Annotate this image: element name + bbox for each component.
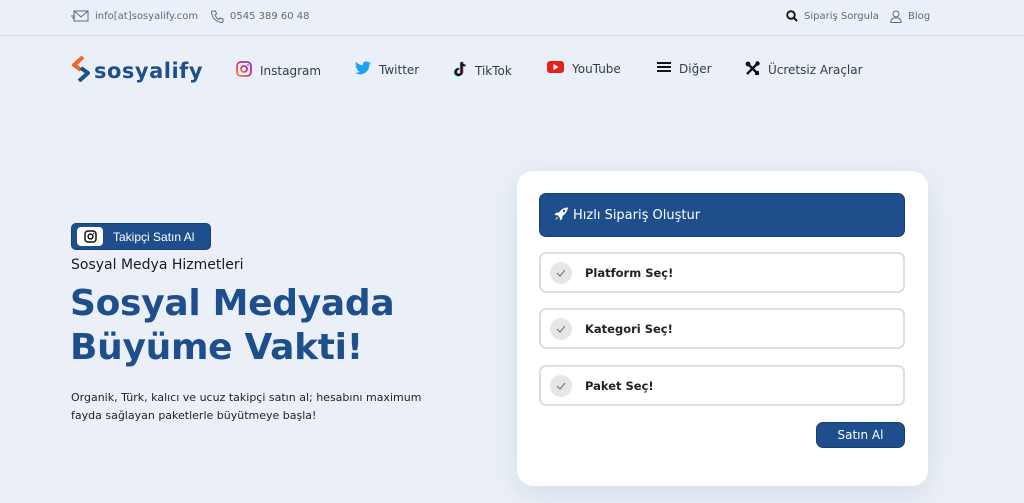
nav-item-twitter[interactable]: Twitter <box>355 61 419 78</box>
nav-item-free-tools[interactable]: Ücretsiz Araçlar <box>745 61 863 79</box>
rocket-icon <box>554 206 569 225</box>
nav-item-youtube[interactable]: YouTube <box>547 61 621 76</box>
instagram-icon <box>236 61 252 80</box>
check-icon <box>550 317 572 340</box>
logo[interactable]: sosyalify <box>71 55 204 86</box>
order-query-link[interactable]: Sipariş Sorgula <box>786 10 879 22</box>
step-label: Paket Seç! <box>585 378 654 393</box>
blog-link[interactable]: Blog <box>890 10 930 23</box>
step-package[interactable]: Paket Seç! <box>539 365 905 406</box>
logo-text: sosyalify <box>94 59 204 83</box>
nav-label: YouTube <box>572 61 621 76</box>
quick-order-header: Hızlı Sipariş Oluştur <box>539 193 905 237</box>
check-icon <box>550 261 572 284</box>
step-label: Kategori Seç! <box>585 321 673 336</box>
nav-item-instagram[interactable]: Instagram <box>236 61 321 80</box>
phone-text: 0545 389 60 48 <box>230 11 310 22</box>
logo-icon <box>71 55 91 86</box>
top-bar: info[at]sosyalify.com 0545 389 60 48 Sip… <box>0 0 1024 36</box>
buy-button[interactable]: Satın Al <box>816 422 905 448</box>
nav-item-other[interactable]: Diğer <box>657 61 712 76</box>
nav-label: TikTok <box>475 63 512 78</box>
quick-order-card: Hızlı Sipariş Oluştur Platform Seç! Kate… <box>517 171 928 486</box>
order-query-text: Sipariş Sorgula <box>804 10 879 22</box>
tools-icon <box>745 61 760 79</box>
main-nav: sosyalify Instagram Twitter TikTok YouTu… <box>0 37 1024 103</box>
headline-line-2: Büyüme Vakti! <box>70 327 363 368</box>
user-icon <box>890 10 902 23</box>
contact-phone[interactable]: 0545 389 60 48 <box>211 10 310 23</box>
search-icon <box>786 10 798 22</box>
nav-label: Instagram <box>260 63 322 78</box>
quick-order-title: Hızlı Sipariş Oluştur <box>573 207 701 223</box>
instagram-icon <box>77 227 103 246</box>
email-text: info[at]sosyalify.com <box>95 10 199 22</box>
twitter-icon <box>355 61 371 78</box>
headline-line-1: Sosyal Medyada <box>70 283 395 324</box>
contact-email[interactable]: info[at]sosyalify.com <box>71 10 198 22</box>
nav-label: Diğer <box>679 61 712 76</box>
nav-label: Ücretsiz Araçlar <box>768 63 863 77</box>
mail-icon <box>71 10 89 22</box>
step-label: Platform Seç! <box>585 265 674 280</box>
badge-label: Takipçi Satın Al <box>113 229 195 244</box>
youtube-icon <box>547 61 564 76</box>
hero-description: Organik, Türk, kalıcı ve ucuz takipçi sa… <box>71 391 422 422</box>
step-platform[interactable]: Platform Seç! <box>539 252 905 293</box>
buy-followers-badge[interactable]: Takipçi Satın Al <box>71 223 211 250</box>
tiktok-icon <box>453 61 467 80</box>
blog-text: Blog <box>908 11 931 22</box>
check-icon <box>550 374 572 397</box>
menu-icon <box>657 61 671 76</box>
hero-subtitle: Sosyal Medya Hizmetleri <box>71 257 244 273</box>
hero-headline: Sosyal Medyada Büyüme Vakti! <box>70 282 395 370</box>
nav-label: Twitter <box>379 62 420 77</box>
step-category[interactable]: Kategori Seç! <box>539 308 905 349</box>
phone-icon <box>211 10 224 23</box>
nav-item-tiktok[interactable]: TikTok <box>453 61 512 80</box>
